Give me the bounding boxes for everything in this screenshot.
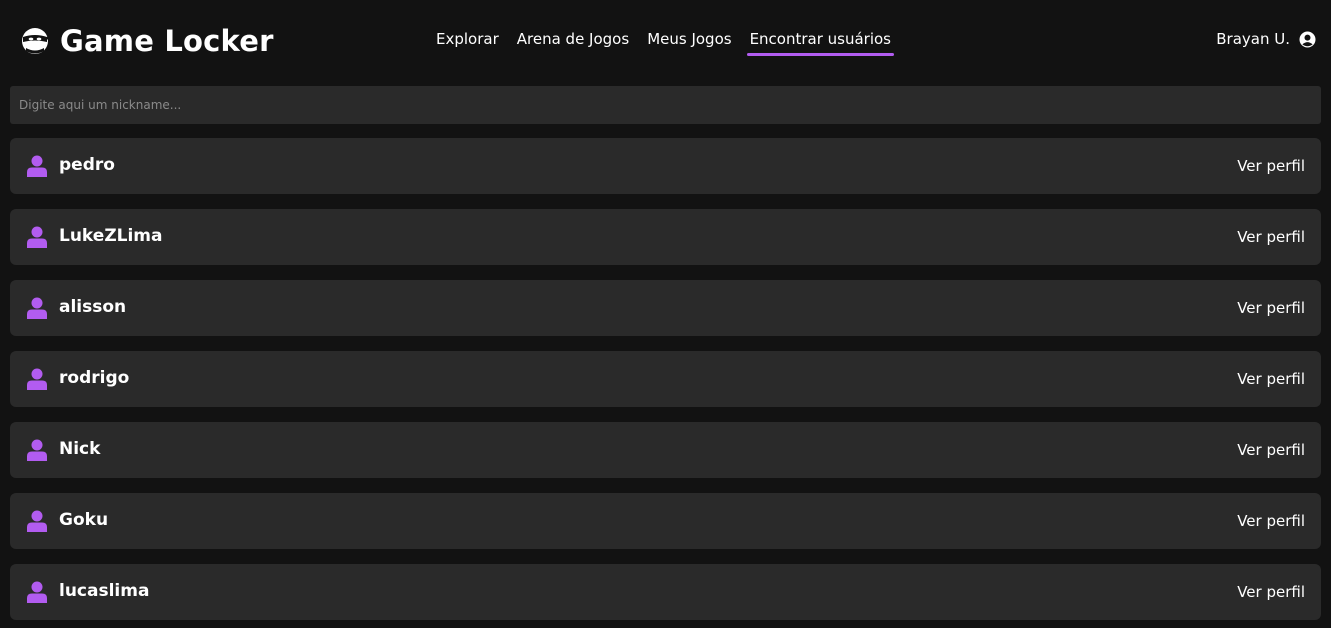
view-profile-link[interactable]: Ver perfil — [1237, 228, 1305, 246]
user-icon — [27, 155, 47, 177]
user-nickname: Goku — [59, 510, 109, 530]
view-profile-link[interactable]: Ver perfil — [1237, 299, 1305, 317]
top-header: Game Locker Explorar Arena de Jogos Meus… — [0, 0, 1331, 80]
user-icon — [27, 439, 47, 461]
view-profile-link[interactable]: Ver perfil — [1237, 370, 1305, 388]
brand-name: Game Locker — [60, 24, 274, 58]
user-row: pedro Ver perfil — [10, 138, 1321, 194]
user-row: LukeZLima Ver perfil — [10, 209, 1321, 265]
user-name: Brayan U. — [1216, 30, 1290, 48]
user-icon — [27, 368, 47, 390]
user-row: lucaslima Ver perfil — [10, 564, 1321, 620]
view-profile-link[interactable]: Ver perfil — [1237, 583, 1305, 601]
view-profile-link[interactable]: Ver perfil — [1237, 157, 1305, 175]
user-icon — [27, 581, 47, 603]
nav-meus-jogos[interactable]: Meus Jogos — [647, 30, 731, 48]
user-icon — [27, 226, 47, 248]
nav-encontrar-usuarios[interactable]: Encontrar usuários — [746, 30, 895, 56]
user-nickname: rodrigo — [59, 368, 130, 388]
user-list: pedro Ver perfil LukeZLima Ver perfil al… — [10, 138, 1321, 628]
brand-logo[interactable]: Game Locker — [20, 24, 274, 58]
user-row: alisson Ver perfil — [10, 280, 1321, 336]
user-nickname: pedro — [59, 155, 115, 175]
user-icon — [27, 297, 47, 319]
nav-arena-de-jogos[interactable]: Arena de Jogos — [517, 30, 629, 48]
view-profile-link[interactable]: Ver perfil — [1237, 441, 1305, 459]
user-circle-icon — [1299, 31, 1316, 48]
user-row: Nick Ver perfil — [10, 422, 1321, 478]
user-row: rodrigo Ver perfil — [10, 351, 1321, 407]
user-nickname: lucaslima — [59, 581, 150, 601]
user-nickname: alisson — [59, 297, 127, 317]
user-menu[interactable]: Brayan U. — [1216, 30, 1316, 48]
user-nickname: LukeZLima — [59, 226, 163, 246]
user-nickname: Nick — [59, 439, 101, 459]
user-row: Goku Ver perfil — [10, 493, 1321, 549]
user-icon — [27, 510, 47, 532]
view-profile-link[interactable]: Ver perfil — [1237, 512, 1305, 530]
main-nav: Explorar Arena de Jogos Meus Jogos Encon… — [436, 30, 895, 56]
nav-explorar[interactable]: Explorar — [436, 30, 499, 48]
ninja-mask-icon — [20, 26, 50, 56]
nickname-search-input[interactable] — [10, 86, 1321, 124]
